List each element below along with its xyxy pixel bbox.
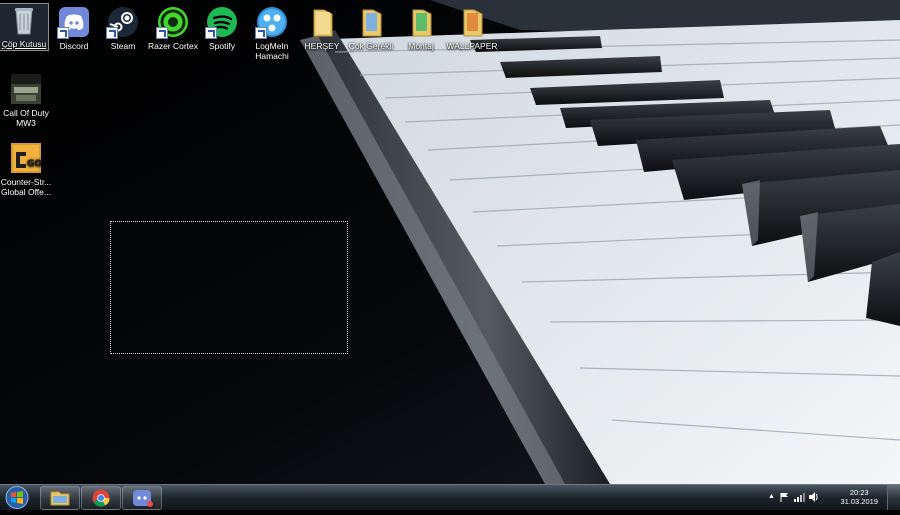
desktop-icon-label: Spotify (209, 41, 235, 51)
desktop-icon-label: HERŞEY (304, 41, 340, 51)
selection-rectangle (110, 221, 348, 354)
desktop-icon-label: Counter-Str... Global Offe... (0, 177, 52, 197)
desktop-icon-spotify[interactable]: Spotify (196, 6, 248, 51)
shortcut-arrow-icon (156, 27, 168, 39)
recycle-bin-icon (8, 4, 40, 36)
desktop-icon-label: Steam (110, 41, 136, 51)
folder-icon (50, 491, 70, 506)
clock-date: 31.03.2019 (840, 497, 878, 506)
system-tray: ▲ 20:23 31.03.2019 (760, 485, 900, 510)
desktop-icon-hamachi[interactable]: LogMeIn Hamachi (246, 6, 298, 61)
chrome-icon (92, 489, 110, 507)
desktop-icon-csgo[interactable]: GO Counter-Str... Global Offe... (0, 142, 52, 197)
shortcut-arrow-icon (106, 27, 118, 39)
network-icon[interactable] (794, 492, 805, 502)
shortcut-arrow-icon (205, 27, 217, 39)
taskbar-pinned-discord[interactable] (122, 486, 162, 510)
svg-text:GO: GO (27, 159, 42, 169)
folder-icon (405, 6, 437, 38)
desktop-icon-label: Çöp Kutusu (1, 39, 47, 49)
volume-icon[interactable] (808, 491, 819, 503)
desktop-icon-label: Razer Cortex (147, 41, 199, 51)
desktop-icon-folder-montaj[interactable]: Montaj (395, 6, 447, 51)
desktop-icon-razer-cortex[interactable]: Razer Cortex (147, 6, 199, 51)
desktop-icon-label: WALLPAPER (446, 41, 498, 51)
action-center-flag-icon[interactable] (780, 492, 790, 502)
razer-cortex-icon (156, 6, 189, 39)
folder-icon (456, 6, 488, 38)
show-hidden-icons[interactable]: ▲ (768, 493, 775, 500)
desktop-icon-discord[interactable]: Discord (48, 6, 100, 51)
taskbar-clock[interactable]: 20:23 31.03.2019 (840, 488, 878, 506)
desktop-icon-label: LogMeIn Hamachi (255, 41, 289, 61)
taskbar-pinned-chrome[interactable] (81, 486, 121, 510)
desktop-icon-label: Call Of Duty MW3 (3, 108, 49, 128)
start-button[interactable] (3, 485, 31, 510)
hamachi-icon (255, 6, 288, 39)
desktop-icon-folder-wallpaper[interactable]: WALLPAPER (443, 6, 501, 51)
shortcut-arrow-icon (57, 27, 69, 39)
discord-icon (133, 490, 153, 507)
cod-mw3-icon (10, 73, 42, 105)
desktop-icon-cod-mw3[interactable]: Call Of Duty MW3 (0, 73, 52, 128)
folder-icon (306, 6, 338, 38)
desktop-icon-folder-hersey[interactable]: HERŞEY (296, 6, 348, 51)
shortcut-arrow-icon (255, 27, 267, 39)
discord-icon (57, 6, 90, 39)
show-desktop-button[interactable] (887, 485, 900, 510)
taskbar: ▲ 20:23 31.03.2019 (0, 484, 900, 510)
desktop-icon-folder-cok-gerekli[interactable]: Çok Gerekli (345, 6, 397, 51)
desktop-icon-label: Discord (59, 41, 89, 51)
steam-icon (106, 6, 139, 39)
desktop-icon-label: Montaj (408, 41, 434, 51)
desktop-icon-recycle-bin[interactable]: Çöp Kutusu (0, 3, 49, 51)
taskbar-pinned-explorer[interactable] (40, 486, 80, 510)
desktop-icon-steam[interactable]: Steam (97, 6, 149, 51)
csgo-icon: GO (10, 142, 42, 174)
desktop-icon-label: Çok Gerekli (348, 41, 394, 51)
clock-time: 20:23 (849, 488, 869, 497)
spotify-icon (205, 6, 238, 39)
folder-icon (355, 6, 387, 38)
